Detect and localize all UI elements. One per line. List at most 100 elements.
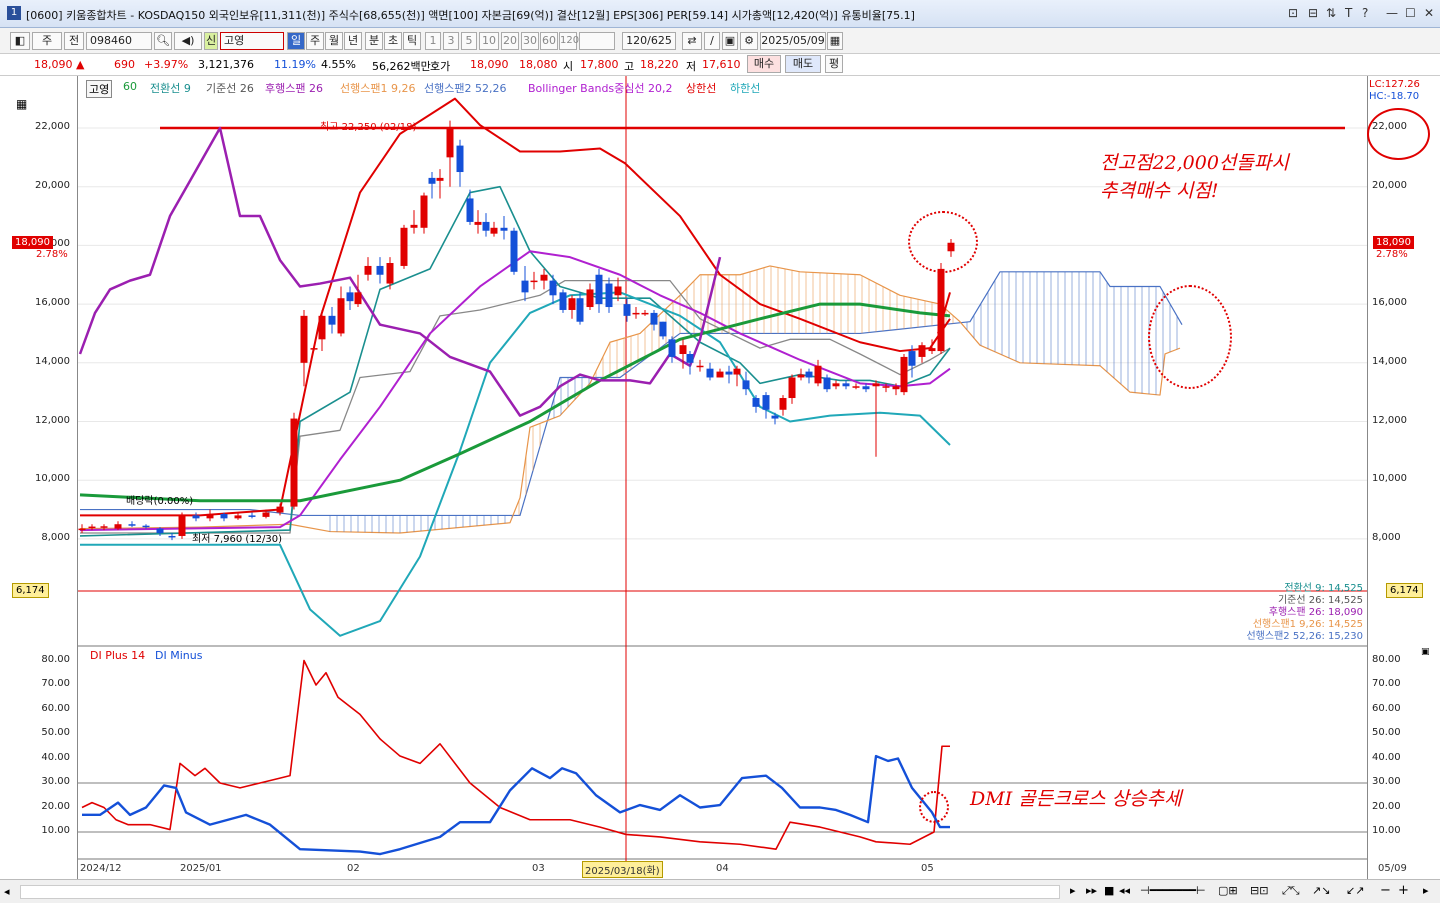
period-week[interactable]: 주 bbox=[306, 32, 324, 50]
period-tick[interactable]: 틱 bbox=[403, 32, 421, 50]
zoom-in-icon[interactable]: + bbox=[1398, 883, 1409, 898]
legend-span1[interactable]: 선행스팬1 9,26 bbox=[340, 80, 415, 96]
prev-icon[interactable]: ◂◂ bbox=[1119, 884, 1130, 897]
legend-di-plus[interactable]: DI Plus 14 bbox=[90, 649, 145, 662]
price-axis-label: 14,000 bbox=[1372, 355, 1407, 367]
candle-body bbox=[733, 368, 741, 375]
period-minute[interactable]: 분 bbox=[365, 32, 383, 50]
minute-30[interactable]: 30 bbox=[521, 32, 539, 50]
sell-button[interactable]: 매도 bbox=[785, 55, 821, 73]
indicator-axis-label: 20.00 bbox=[1372, 800, 1401, 812]
table-view-icon[interactable]: ▦ bbox=[16, 97, 27, 111]
legend-bb-up[interactable]: 상한선 bbox=[686, 80, 716, 96]
window-number-icon: 1 bbox=[7, 6, 21, 20]
draw-tool-icon[interactable]: ∕ bbox=[704, 32, 720, 50]
candle-body bbox=[234, 515, 242, 519]
minute-10[interactable]: 10 bbox=[479, 32, 499, 50]
legend-stock[interactable]: 고영 bbox=[86, 80, 113, 98]
annotation-dmi: DMI 골든크로스 상승추세 bbox=[970, 788, 1182, 810]
minute-custom-select[interactable] bbox=[579, 32, 615, 50]
scroll-right-icon[interactable]: ▸ bbox=[1423, 884, 1429, 897]
indicator-axis-label: 40.00 bbox=[41, 751, 70, 763]
tool-icon-3[interactable]: ⤢⤡ bbox=[1282, 884, 1300, 898]
code-input[interactable]: 098460 bbox=[86, 32, 152, 50]
period-year[interactable]: 년 bbox=[344, 32, 362, 50]
period-sub-button[interactable]: 전 bbox=[64, 32, 84, 50]
legend-chikou[interactable]: 후행스팬 26 bbox=[265, 80, 323, 96]
tool-icon-1[interactable]: ▢⊞ bbox=[1218, 884, 1238, 897]
tool-icon-4[interactable]: ↗↘ bbox=[1312, 884, 1330, 897]
price-axis-label: 14,000 bbox=[35, 355, 70, 367]
minute-3[interactable]: 3 bbox=[443, 32, 459, 50]
legend-tenkan[interactable]: 전환선 9 bbox=[150, 80, 191, 96]
scroll-left-icon[interactable]: ◂ bbox=[4, 885, 10, 898]
minimize-icon[interactable]: — bbox=[1386, 6, 1398, 20]
candle-body bbox=[605, 283, 613, 308]
minute-120[interactable]: 120 bbox=[559, 32, 579, 50]
chart-canvas[interactable] bbox=[0, 76, 1440, 879]
split-icon[interactable]: ⇅ bbox=[1326, 6, 1336, 20]
circle-cloud-end bbox=[1148, 285, 1232, 389]
stock-name-field[interactable]: 고영 bbox=[220, 32, 284, 50]
play-icon[interactable]: ▸ bbox=[1070, 884, 1076, 897]
avg-button[interactable]: 평 bbox=[825, 55, 843, 73]
price-flag-left: 18,090 bbox=[12, 236, 53, 249]
help-icon[interactable]: ? bbox=[1362, 6, 1368, 20]
x-label-end: 05/09 bbox=[1378, 863, 1407, 874]
maximize-icon[interactable]: ☐ bbox=[1405, 6, 1416, 20]
period-day[interactable]: 일 bbox=[287, 32, 305, 50]
legend-ma60[interactable]: 60 bbox=[123, 80, 137, 93]
tool-icon-5[interactable]: ↙↗ bbox=[1346, 884, 1364, 897]
minute-20[interactable]: 20 bbox=[501, 32, 519, 50]
period-second[interactable]: 초 bbox=[384, 32, 402, 50]
layout-icon[interactable]: ◧ bbox=[10, 32, 30, 50]
legend-bb-low[interactable]: 하한선 bbox=[730, 80, 760, 96]
candle-body bbox=[842, 383, 850, 387]
scroll-track[interactable] bbox=[20, 885, 1060, 899]
candle-body bbox=[540, 274, 548, 281]
period-month[interactable]: 월 bbox=[325, 32, 343, 50]
current-price: 18,090 bbox=[34, 58, 73, 71]
save-icon[interactable]: ▣ bbox=[722, 32, 738, 50]
play-end-icon[interactable]: ▸▸ bbox=[1086, 884, 1097, 897]
count-field[interactable]: 120/625 bbox=[622, 32, 676, 50]
candle-body bbox=[354, 292, 362, 305]
candle-body bbox=[192, 515, 200, 519]
zoom-slider-icon[interactable]: ⊣━━━━━━━⊢ bbox=[1140, 884, 1206, 897]
buy-button[interactable]: 매수 bbox=[747, 55, 781, 73]
zoom-out-icon[interactable]: − bbox=[1380, 883, 1391, 898]
close-icon[interactable]: ✕ bbox=[1424, 6, 1434, 20]
calendar-icon[interactable]: ▦ bbox=[827, 32, 843, 50]
settings-icon[interactable]: ⚙ bbox=[740, 32, 758, 50]
candle-body bbox=[386, 263, 394, 284]
title-bar: 1 [0600] 키움종합차트 - KOSDAQ150 외국인보유[11,311… bbox=[0, 0, 1440, 28]
candle-body bbox=[500, 227, 508, 231]
stop-icon[interactable]: ■ bbox=[1104, 884, 1114, 897]
date-field[interactable]: 2025/05/09 bbox=[760, 32, 826, 50]
legend-span2[interactable]: 선행스팬2 52,26 bbox=[424, 80, 506, 96]
indicator-axis-label: 30.00 bbox=[1372, 776, 1401, 787]
up-arrow-icon: ▲ bbox=[76, 58, 85, 71]
chart-tool-icon[interactable]: ⇄ bbox=[682, 32, 702, 50]
sound-icon[interactable]: ◀) bbox=[174, 32, 202, 50]
legend-kijun[interactable]: 기준선 26 bbox=[206, 80, 254, 96]
minute-5[interactable]: 5 bbox=[461, 32, 477, 50]
legend-di-minus[interactable]: DI Minus bbox=[155, 649, 202, 662]
pin-icon[interactable]: T bbox=[1345, 6, 1352, 20]
minute-1[interactable]: 1 bbox=[425, 32, 441, 50]
minimize-layout-icon[interactable]: ⊟ bbox=[1308, 6, 1318, 20]
indicator-axis-label: 30.00 bbox=[41, 776, 70, 787]
candle-body bbox=[446, 128, 454, 158]
period-main-select[interactable]: 주 bbox=[32, 32, 62, 50]
legend-bb-mid[interactable]: Bollinger Bands중심선 20,2 bbox=[528, 80, 673, 96]
search-icon[interactable]: 🔍︎ bbox=[154, 32, 172, 50]
minute-60[interactable]: 60 bbox=[540, 32, 558, 50]
restore-layout-icon[interactable]: ⊡ bbox=[1288, 6, 1298, 20]
panel-menu-icon[interactable]: ▣ bbox=[1421, 647, 1430, 657]
chart-scrollbar[interactable]: ◂ ▸ ▸▸ ■ ◂◂ ⊣━━━━━━━⊢ ▢⊞ ⊟⊡ ⤢⤡ ↗↘ ↙↗ − +… bbox=[0, 879, 1440, 903]
candle-body bbox=[78, 528, 86, 531]
tool-icon-2[interactable]: ⊟⊡ bbox=[1250, 884, 1268, 897]
ask-price: 18,090 bbox=[470, 58, 509, 71]
candle-body bbox=[420, 195, 428, 228]
candle-body bbox=[779, 398, 787, 410]
